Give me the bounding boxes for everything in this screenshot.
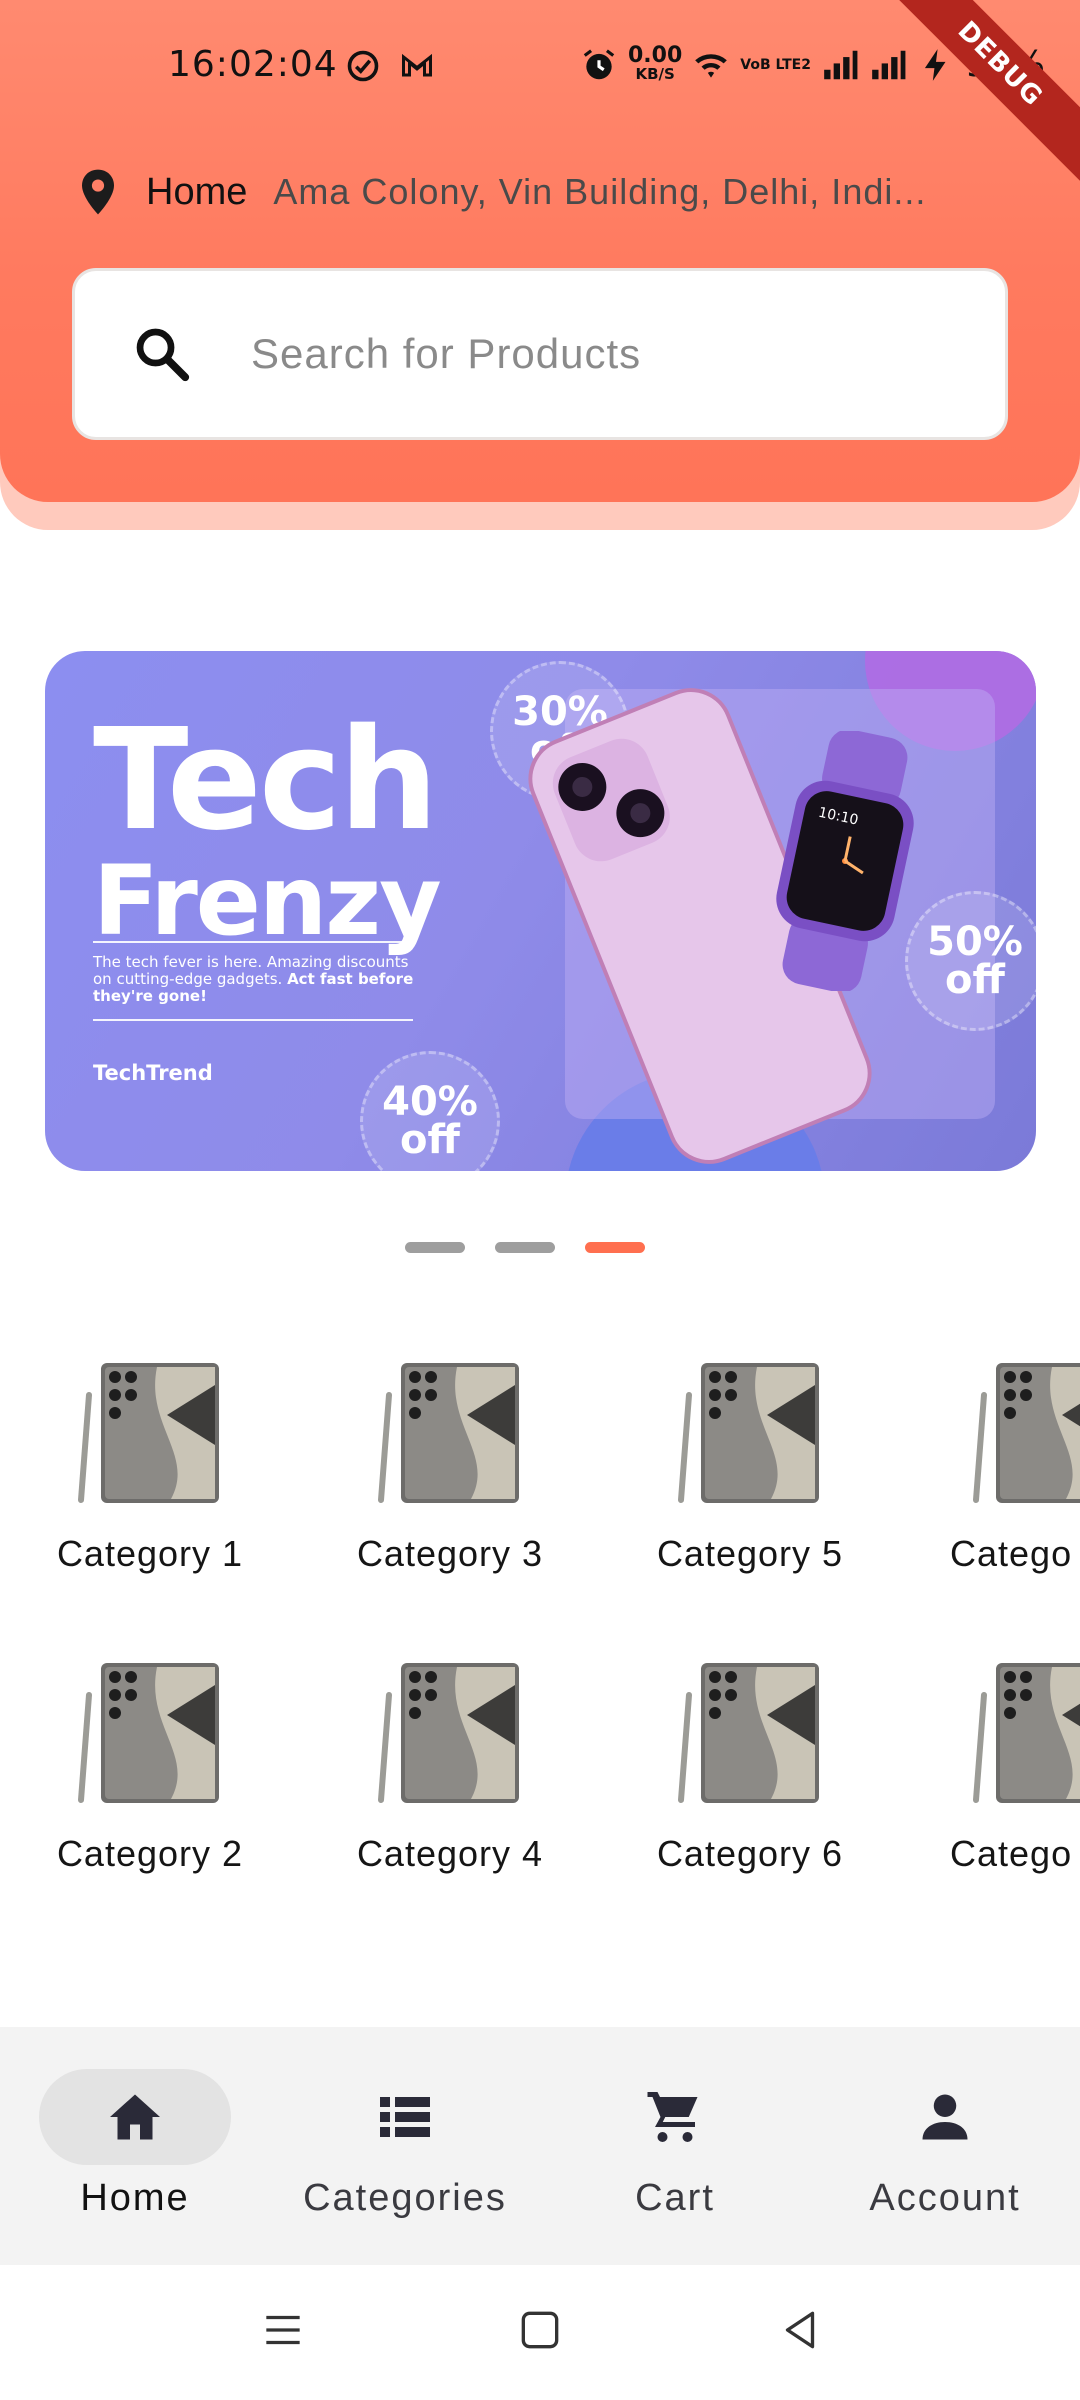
search-icon <box>136 328 190 382</box>
app-header: 16:02:04 0.00 KB/S VoB LTE2 97% DEBUG Ho… <box>0 0 1080 502</box>
category-item[interactable]: Catego <box>920 1355 1080 1575</box>
phone-category-icon <box>375 1655 525 1805</box>
home-icon <box>110 2094 160 2140</box>
phone-category-icon <box>970 1355 1080 1505</box>
carousel-indicators <box>405 1242 645 1253</box>
category-item[interactable]: Category 4 <box>320 1655 580 1875</box>
location-label: Home <box>146 170 248 213</box>
banner-divider <box>93 1019 413 1021</box>
banner-brand: TechTrend <box>93 1061 213 1085</box>
volte-label: VoB LTE2 <box>740 56 811 73</box>
category-label: Category 4 <box>356 1833 544 1874</box>
phone-category-icon <box>970 1655 1080 1805</box>
net-speed-unit: KB/S <box>635 64 675 83</box>
nav-item-categories[interactable]: Categories <box>270 2027 540 2265</box>
net-speed: 0.00 KB/S <box>628 42 683 83</box>
carousel-dot-active[interactable] <box>585 1242 645 1253</box>
search-input[interactable] <box>251 330 951 378</box>
nav-item-account[interactable]: Account <box>810 2027 1080 2265</box>
category-label: Category 1 <box>56 1533 244 1574</box>
discount-badge: 40% off <box>360 1051 500 1171</box>
nav-label: Home <box>80 2177 190 2219</box>
category-item[interactable]: Category 6 <box>620 1655 880 1875</box>
category-item[interactable]: Category 3 <box>320 1355 580 1575</box>
banner-title: Tech Frenzy <box>93 699 442 957</box>
location-address: Ama Colony, Vin Building, Delhi, Indi... <box>273 171 927 212</box>
person-icon <box>922 2094 968 2140</box>
signal-icon-1 <box>824 50 858 79</box>
menu-icon[interactable] <box>258 2305 308 2355</box>
category-label: Category 3 <box>356 1533 544 1574</box>
system-navigation-bar <box>0 2265 1080 2400</box>
badge-percent: 40% <box>382 1079 478 1125</box>
phone-category-icon <box>75 1655 225 1805</box>
nav-label: Categories <box>303 2177 507 2219</box>
search-bar[interactable] <box>72 268 1008 440</box>
carousel-dot[interactable] <box>495 1242 555 1253</box>
status-time: 16:02:04 <box>168 44 338 85</box>
bottom-navigation: Home Categories Cart Account <box>0 2027 1080 2265</box>
nav-item-cart[interactable]: Cart <box>540 2027 810 2265</box>
banner-title-line2: Frenzy <box>93 845 442 957</box>
phone-category-icon <box>375 1355 525 1505</box>
phone-category-icon <box>675 1655 825 1805</box>
badge-off: off <box>400 1117 460 1163</box>
home-square-icon[interactable] <box>515 2305 565 2355</box>
cart-icon <box>647 2092 698 2142</box>
phone-category-icon <box>675 1355 825 1505</box>
promo-banner[interactable]: Tech Frenzy The tech fever is here. Amaz… <box>45 651 1036 1171</box>
category-label: Category 6 <box>656 1833 844 1874</box>
back-triangle-icon[interactable] <box>775 2305 825 2355</box>
banner-divider <box>93 941 413 943</box>
category-item[interactable]: Category 5 <box>620 1355 880 1575</box>
category-label: Catego <box>950 1833 1073 1874</box>
net-speed-value: 0.00 <box>628 42 683 68</box>
charging-icon <box>924 48 946 81</box>
category-label: Category 2 <box>56 1833 244 1874</box>
nav-label: Cart <box>635 2177 715 2219</box>
list-icon <box>380 2097 430 2137</box>
nav-item-home[interactable]: Home <box>0 2027 270 2265</box>
nav-label: Account <box>869 2177 1021 2219</box>
banner-copy: The tech fever is here. Amazing discount… <box>93 954 423 1005</box>
category-item[interactable]: Category 2 <box>20 1655 280 1875</box>
debug-banner: DEBUG <box>875 0 1080 189</box>
gmail-icon <box>402 53 432 77</box>
alarm-icon <box>583 48 615 79</box>
carousel-dot[interactable] <box>405 1242 465 1253</box>
status-bar: 16:02:04 0.00 KB/S VoB LTE2 97% DEBUG <box>0 0 1080 189</box>
category-item[interactable]: Catego <box>920 1655 1080 1875</box>
location-pin-icon <box>82 169 114 215</box>
location-selector[interactable]: Home Ama Colony, Vin Building, Delhi, In… <box>78 168 926 216</box>
category-label: Catego <box>950 1533 1073 1574</box>
watch-illustration: 10:10 <box>776 731 914 991</box>
signal-icon-2 <box>872 50 906 79</box>
banner-title-line1: Tech <box>93 699 439 862</box>
category-item[interactable]: Category 1 <box>20 1355 280 1575</box>
badge-off: off <box>945 957 1005 1003</box>
category-label: Category 5 <box>656 1533 844 1574</box>
check-circle-icon <box>347 50 379 82</box>
phone-category-icon <box>75 1355 225 1505</box>
wifi-icon <box>695 53 728 78</box>
